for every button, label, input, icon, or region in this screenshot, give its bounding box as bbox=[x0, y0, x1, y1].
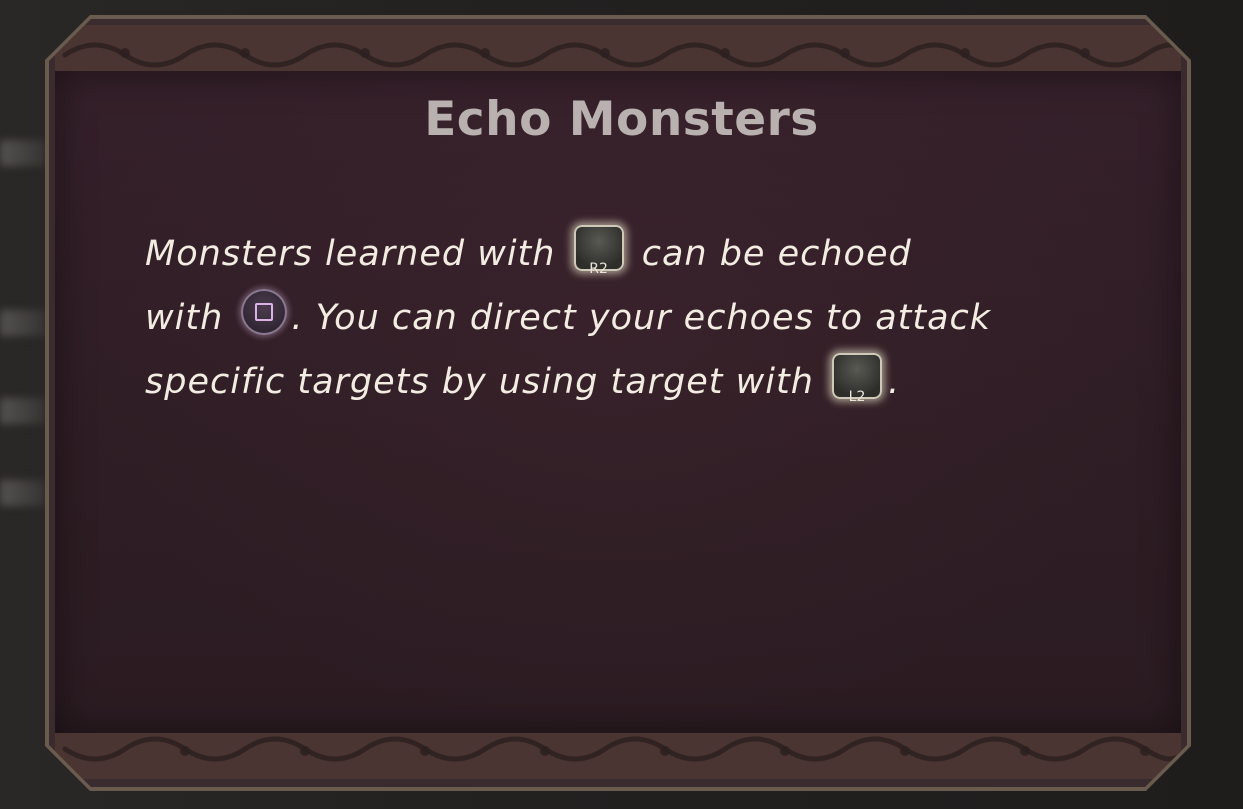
r2-button-label: R2 bbox=[589, 261, 608, 277]
message-line-2: with . You can direct your echoes to att… bbox=[145, 286, 1135, 350]
background-menu-item bbox=[0, 398, 46, 424]
message-text: with bbox=[145, 298, 236, 338]
message-line-1: Monsters learned with R2 can be echoed bbox=[145, 222, 1135, 286]
message-text: can be echoed bbox=[629, 234, 912, 274]
message-text: specific targets by using target with bbox=[145, 362, 827, 402]
dialog-ornament-top bbox=[55, 25, 1181, 71]
message-text: . You can direct your echoes to attack bbox=[291, 298, 992, 338]
game-screen: Echo Monsters Monsters learned with R2 c… bbox=[0, 0, 1243, 809]
dialog-ornament-bottom bbox=[55, 733, 1181, 779]
background-menu-item bbox=[0, 310, 46, 336]
background-menu-item bbox=[0, 480, 46, 506]
r2-button-icon: R2 bbox=[573, 225, 624, 277]
message-text: Monsters learned with bbox=[145, 234, 568, 274]
dialog-title: Echo Monsters bbox=[424, 92, 819, 147]
message-line-3: specific targets by using target with L2… bbox=[145, 350, 1135, 414]
l2-button-label: L2 bbox=[848, 389, 866, 405]
square-button-icon bbox=[241, 289, 288, 335]
dialog-message: Monsters learned with R2 can be echoed w… bbox=[145, 222, 1135, 414]
message-text: . bbox=[888, 362, 901, 402]
l2-button-icon: L2 bbox=[832, 353, 883, 405]
